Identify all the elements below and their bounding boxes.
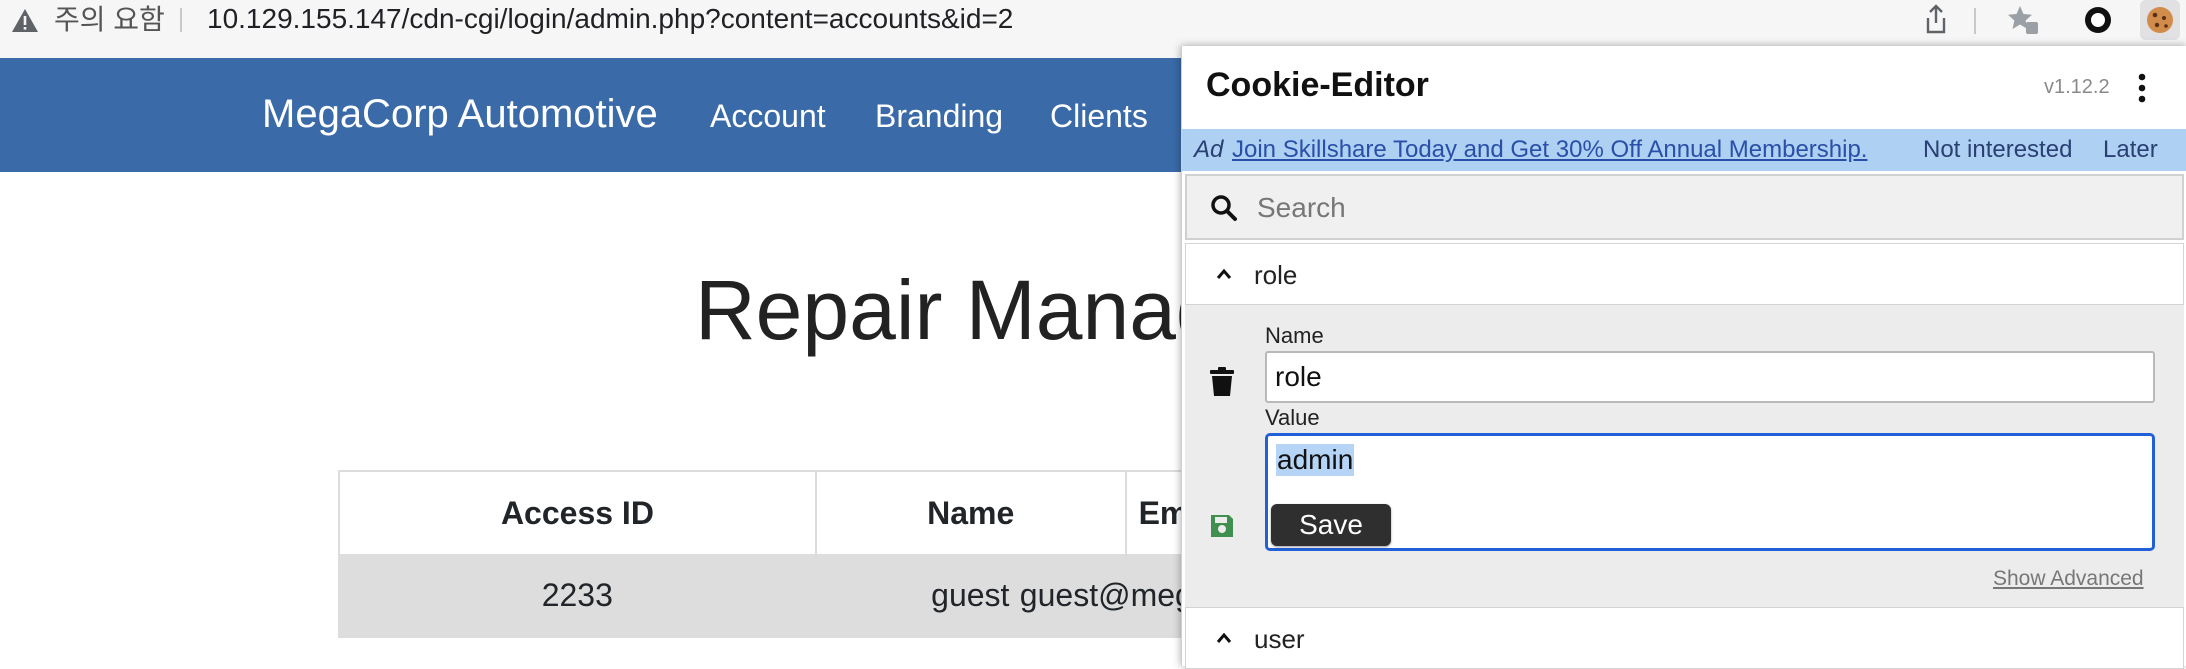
circle-extension-icon[interactable] bbox=[2080, 2, 2116, 38]
cookie-name-label: user bbox=[1254, 624, 1305, 654]
cookie-header-role[interactable]: role bbox=[1185, 243, 2184, 305]
brand-logo-text[interactable]: MegaCorp Automotive bbox=[262, 92, 658, 137]
ad-banner: Ad Join Skillshare Today and Get 30% Off… bbox=[1182, 129, 2186, 171]
nav-link-account[interactable]: Account bbox=[710, 98, 826, 135]
search-bar bbox=[1185, 174, 2184, 240]
search-input[interactable] bbox=[1257, 186, 2157, 230]
chevron-up-icon bbox=[1216, 632, 1232, 643]
ad-not-interested-button[interactable]: Not interested bbox=[1923, 136, 2072, 164]
name-field-label: Name bbox=[1265, 323, 1324, 348]
share-icon[interactable] bbox=[1918, 2, 1954, 38]
column-header-name: Name bbox=[817, 472, 1127, 554]
cell-access-id: 2233 bbox=[340, 554, 817, 636]
cookie-editor-popup: Cookie-Editor v1.12.2 Ad Join Skillshare… bbox=[1181, 46, 2186, 669]
save-icon[interactable] bbox=[1209, 513, 1235, 539]
version-label: v1.12.2 bbox=[2044, 76, 2110, 98]
cookie-header-user[interactable]: user bbox=[1185, 607, 2184, 669]
popup-title: Cookie-Editor bbox=[1206, 66, 1429, 104]
cookie-details-role: Name role Value admin Save Show Advanced bbox=[1185, 305, 2184, 607]
warning-icon[interactable] bbox=[10, 7, 40, 35]
chevron-up-icon bbox=[1216, 268, 1232, 279]
save-button[interactable]: Save bbox=[1271, 504, 1391, 546]
search-icon bbox=[1211, 195, 1237, 221]
nav-link-branding[interactable]: Branding bbox=[875, 98, 1003, 135]
ad-tag: Ad bbox=[1194, 136, 1224, 163]
trash-icon[interactable] bbox=[1209, 367, 1235, 397]
nav-link-clients[interactable]: Clients bbox=[1050, 98, 1148, 135]
show-advanced-link[interactable]: Show Advanced bbox=[1993, 567, 2144, 591]
cookie-name-label: role bbox=[1254, 260, 1298, 290]
address-separator bbox=[180, 8, 182, 32]
more-options-icon[interactable] bbox=[2134, 72, 2150, 104]
cookie-extension-icon[interactable] bbox=[2140, 0, 2180, 40]
bookmark-star-icon[interactable] bbox=[2006, 2, 2042, 38]
table-header-row: Access ID Name Email bbox=[340, 472, 1236, 554]
ad-link[interactable]: Join Skillshare Today and Get 30% Off An… bbox=[1232, 136, 1867, 164]
table-row: 2233 guest guest@megacorp.com bbox=[340, 554, 1342, 636]
value-field-label: Value bbox=[1265, 405, 1320, 430]
accounts-table: Access ID Name Email 2233 guest guest@me… bbox=[338, 470, 1342, 638]
ad-later-button[interactable]: Later bbox=[2103, 136, 2158, 164]
url-field[interactable]: 10.129.155.147/cdn-cgi/login/admin.php?c… bbox=[207, 1, 1013, 37]
cookie-value-text: admin bbox=[1276, 444, 1355, 476]
cookie-value-input[interactable]: admin Save bbox=[1265, 433, 2155, 551]
column-header-access-id: Access ID bbox=[340, 472, 817, 554]
cookie-name-input[interactable]: role bbox=[1265, 351, 2155, 403]
security-warning-label[interactable]: 주의 요함 bbox=[54, 2, 165, 38]
toolbar-separator bbox=[1974, 8, 1976, 34]
